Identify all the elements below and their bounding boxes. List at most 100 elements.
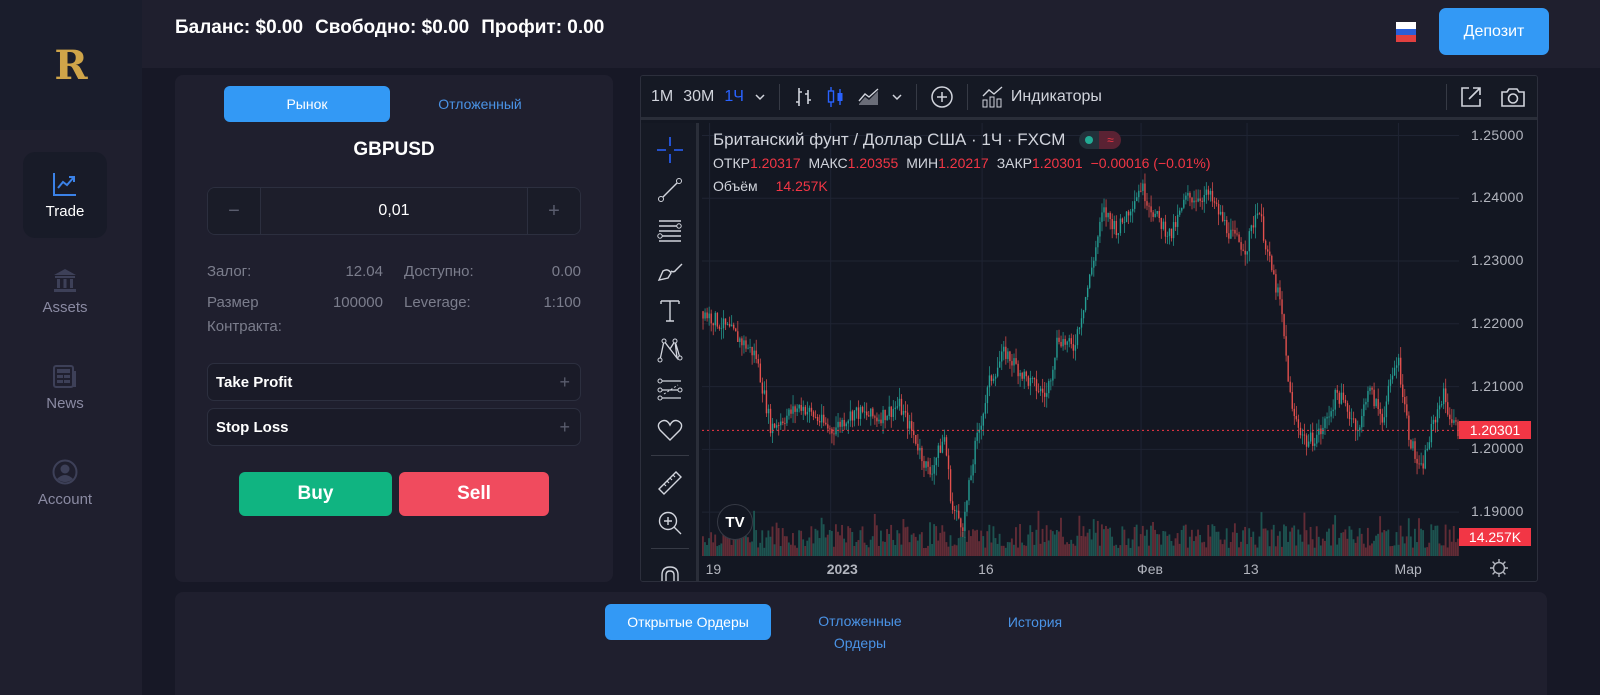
- ruler-icon[interactable]: [655, 468, 685, 498]
- volume-bar: [830, 530, 833, 556]
- contract-size-label: Размер: [207, 294, 259, 311]
- candle-body: [1131, 208, 1134, 212]
- candle-body: [718, 326, 721, 329]
- candle-body: [1072, 344, 1075, 351]
- market-status-badge[interactable]: ≈: [1079, 131, 1122, 149]
- deposit-button[interactable]: Депозит: [1439, 8, 1549, 55]
- time-axis[interactable]: 19 2023 16 Фев 13 Мар: [702, 556, 1459, 581]
- brush-icon[interactable]: [655, 255, 685, 285]
- candle-body: [1232, 229, 1234, 231]
- indicators-button[interactable]: Индикаторы: [976, 85, 1107, 108]
- heart-icon[interactable]: [655, 415, 685, 445]
- volume-bar: [1231, 532, 1234, 556]
- tab-history[interactable]: История: [985, 604, 1085, 640]
- candle-body: [1213, 201, 1216, 203]
- logo-container[interactable]: R: [0, 0, 142, 130]
- volume-bar: [957, 538, 960, 556]
- volume-bar: [1272, 524, 1275, 556]
- candle-body: [853, 410, 856, 421]
- volume-bar: [1119, 545, 1122, 556]
- candle-body: [1074, 345, 1077, 351]
- candle-body: [1082, 310, 1085, 319]
- volume-input[interactable]: 0,01: [260, 188, 528, 234]
- candle-body: [1058, 337, 1060, 342]
- magnet-icon[interactable]: [655, 561, 685, 581]
- volume-bar: [1416, 542, 1418, 556]
- candle-body: [935, 457, 937, 466]
- zoom-in-icon[interactable]: [655, 508, 685, 538]
- volume-bar: [1105, 525, 1107, 556]
- volume-bar: [796, 547, 798, 556]
- text-tool-icon[interactable]: [655, 295, 685, 325]
- compare-add-icon[interactable]: [925, 85, 959, 109]
- candle-body: [972, 464, 974, 476]
- tradingview-logo[interactable]: TV: [717, 504, 753, 540]
- sidebar-item-news[interactable]: News: [23, 344, 107, 430]
- volume-bar: [1182, 525, 1185, 556]
- open-external-icon[interactable]: [1455, 86, 1487, 108]
- sidebar-item-assets[interactable]: Assets: [23, 248, 107, 334]
- candle-body: [759, 363, 762, 383]
- volume-bar: [1074, 545, 1077, 556]
- tab-market[interactable]: Рынок: [224, 86, 390, 122]
- tab-pending-orders[interactable]: Отложенные Ордеры: [800, 610, 920, 656]
- interval-1m[interactable]: 1M: [646, 88, 678, 106]
- tab-open-orders[interactable]: Открытые Ордеры: [605, 604, 771, 640]
- camera-snapshot-icon[interactable]: [1495, 86, 1531, 108]
- volume-bar: [990, 542, 993, 556]
- volume-bar: [1381, 532, 1384, 556]
- bar-chart-type-icon[interactable]: [788, 86, 820, 108]
- candle-body: [1029, 377, 1032, 386]
- volume-bar: [1430, 524, 1433, 556]
- prediction-tool-icon[interactable]: [655, 375, 685, 405]
- interval-dropdown-chevron-icon[interactable]: [749, 93, 771, 101]
- pattern-tool-icon[interactable]: [655, 335, 685, 365]
- volume-bar: [757, 547, 760, 556]
- volume-bar: [959, 536, 962, 556]
- candle-body: [868, 415, 870, 417]
- candles-chart-type-icon[interactable]: [820, 86, 852, 108]
- candle-body: [1299, 427, 1302, 436]
- candle-body: [712, 323, 714, 326]
- crosshair-icon[interactable]: [655, 135, 685, 165]
- language-flag-ru[interactable]: [1396, 22, 1416, 43]
- candle-body: [1363, 404, 1365, 417]
- interval-30m[interactable]: 30M: [678, 88, 719, 106]
- trend-line-icon[interactable]: [655, 175, 685, 205]
- sell-button[interactable]: Sell: [399, 472, 549, 516]
- volume-bar: [708, 538, 710, 556]
- take-profit-toggle[interactable]: Take Profit +: [207, 363, 581, 401]
- volume-bar: [984, 547, 987, 556]
- volume-bar: [1195, 536, 1197, 556]
- buy-button[interactable]: Buy: [239, 472, 392, 516]
- volume-bar: [1006, 542, 1009, 556]
- toolbar-divider: [778, 83, 780, 110]
- volume-bar: [1109, 527, 1111, 556]
- chart-type-dropdown-chevron-icon[interactable]: [886, 93, 908, 101]
- candle-body: [1340, 392, 1343, 404]
- toolbar-divider: [651, 548, 689, 549]
- candle-body: [1266, 249, 1269, 252]
- stop-loss-toggle[interactable]: Stop Loss +: [207, 408, 581, 446]
- volume-label: Объём: [713, 178, 758, 194]
- sidebar-item-account[interactable]: Account: [23, 440, 107, 526]
- fib-retracement-icon[interactable]: [655, 215, 685, 245]
- price-axis[interactable]: 1.20301 14.257K 1.25000 1.24000 1.23000 1.2…: [1459, 123, 1537, 556]
- increase-volume-button[interactable]: +: [528, 188, 580, 234]
- chart-settings-gear-icon[interactable]: [1489, 558, 1509, 581]
- volume-bar: [1051, 531, 1054, 556]
- volume-bar: [1434, 525, 1437, 556]
- candle-body: [947, 455, 950, 470]
- volume-bar: [845, 542, 848, 556]
- candle-body: [769, 408, 772, 434]
- decrease-volume-button[interactable]: −: [208, 188, 260, 234]
- sidebar-item-trade[interactable]: Trade: [23, 152, 107, 238]
- candle-body: [1211, 190, 1214, 202]
- tab-pending[interactable]: Отложенный: [397, 86, 563, 122]
- orders-panel: Открытые Ордеры Отложенные Ордеры Истори…: [175, 592, 1547, 695]
- candle-body: [1115, 220, 1118, 236]
- area-chart-type-icon[interactable]: [852, 87, 886, 107]
- open-label: ОТКР: [713, 155, 750, 171]
- candle-body: [710, 313, 712, 324]
- interval-1h[interactable]: 1Ч: [719, 88, 749, 106]
